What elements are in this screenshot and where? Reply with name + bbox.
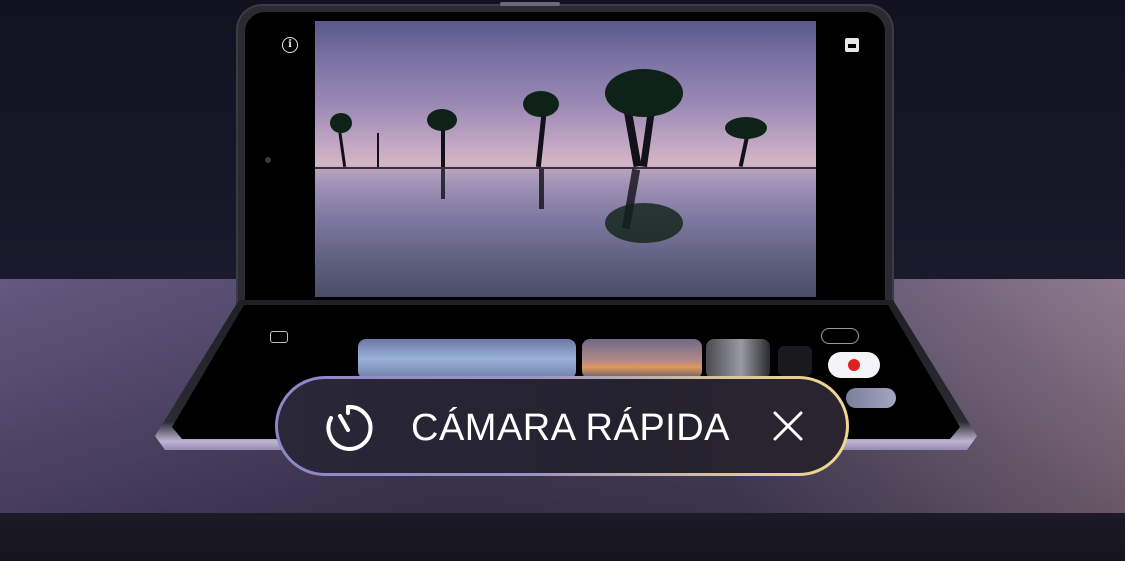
thumbnail-1[interactable] <box>358 339 576 379</box>
phone-hinge-top <box>500 2 560 6</box>
horizon-line <box>315 167 816 169</box>
promo-stage: i CÁMARA RÁPIDA <box>0 0 1125 561</box>
thumbnail-3[interactable] <box>706 339 770 379</box>
gallery-icon[interactable] <box>845 38 859 52</box>
background-bottom <box>0 513 1125 561</box>
front-camera-icon <box>265 157 271 163</box>
rotate-icon[interactable] <box>821 328 859 344</box>
thumbnail-2[interactable] <box>582 339 702 379</box>
switch-camera-icon[interactable] <box>270 331 288 343</box>
camera-preview-photo <box>315 21 816 297</box>
timer-icon <box>326 404 373 451</box>
info-icon[interactable]: i <box>282 37 298 53</box>
gallery-preview-thumb[interactable] <box>846 388 896 408</box>
banner-label: CÁMARA RÁPIDA <box>411 407 731 449</box>
record-button[interactable] <box>828 352 880 378</box>
close-icon[interactable] <box>768 406 808 446</box>
mode-side-panel[interactable] <box>778 346 812 376</box>
